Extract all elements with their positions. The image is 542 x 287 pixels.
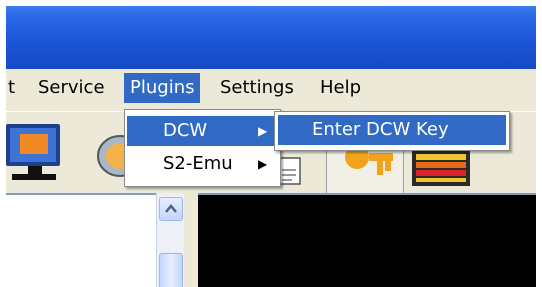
menu-settings[interactable]: Settings [214, 73, 300, 103]
chevron-up-icon [165, 204, 177, 213]
color-bars-button[interactable] [410, 146, 474, 192]
menu-item-enter-dcw-key-label: Enter DCW Key [312, 119, 449, 140]
menu-item-s2-emu[interactable]: S2-Emu ▶ [127, 149, 278, 179]
video-panel [198, 193, 536, 287]
vertical-scrollbar[interactable] [156, 193, 185, 287]
menu-item-enter-dcw-key[interactable]: Enter DCW Key [278, 115, 506, 145]
key-button[interactable] [326, 145, 404, 194]
menu-bar: t Service Plugins Settings Help [6, 69, 536, 111]
submenu-arrow-icon: ▶ [258, 124, 268, 138]
app-window: t Service Plugins Settings Help DCW ▶ S2… [6, 6, 536, 287]
menu-plugins[interactable]: Plugins [124, 73, 201, 103]
dcw-submenu: Enter DCW Key [274, 111, 510, 151]
menu-item-partial[interactable]: t [6, 73, 21, 103]
menu-item-dcw-label: DCW [163, 120, 208, 141]
submenu-arrow-icon: ▶ [258, 157, 268, 171]
scroll-up-button[interactable] [159, 197, 183, 221]
panel-splitter[interactable] [184, 193, 198, 287]
color-bars-icon [412, 150, 470, 186]
menu-item-dcw[interactable]: DCW ▶ [127, 116, 278, 146]
menu-item-s2-emu-label: S2-Emu [163, 153, 233, 174]
plugins-dropdown: DCW ▶ S2-Emu ▶ [124, 109, 281, 187]
scroll-thumb[interactable] [159, 253, 183, 287]
monitor-icon [6, 124, 60, 180]
monitor-button[interactable] [6, 120, 64, 186]
key-icon [345, 145, 393, 175]
menu-service[interactable]: Service [32, 73, 111, 103]
menu-help[interactable]: Help [314, 73, 367, 103]
title-bar[interactable] [6, 6, 536, 69]
